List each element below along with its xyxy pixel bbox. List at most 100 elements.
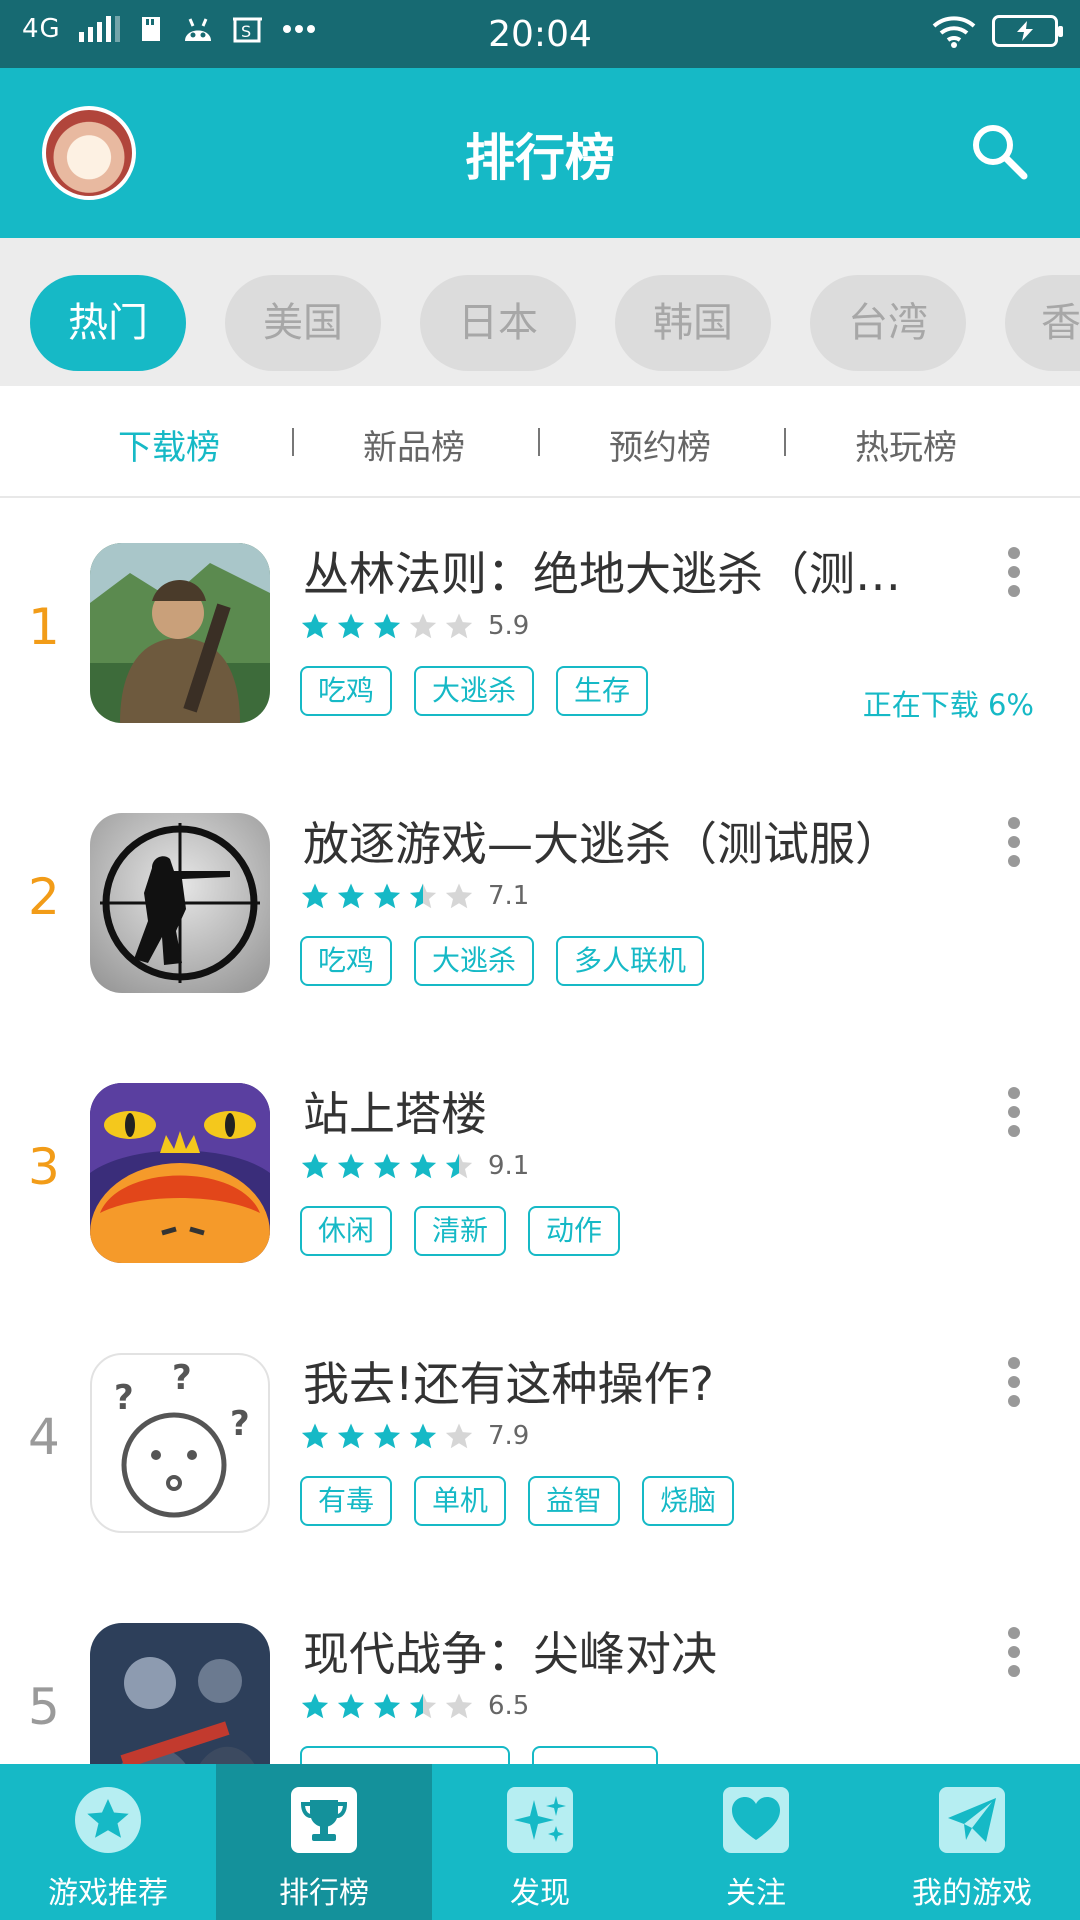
game-tag[interactable]: 吃鸡	[300, 936, 393, 986]
more-vertical-icon[interactable]	[1006, 1086, 1022, 1138]
page-title: 排行榜	[465, 129, 615, 187]
rank-number: 5	[28, 1678, 60, 1736]
star-icon	[409, 1423, 437, 1449]
tab-new[interactable]: 新品榜	[363, 420, 465, 469]
star-icon	[301, 883, 329, 909]
star-icon	[373, 1423, 401, 1449]
game-tag[interactable]: 清新	[414, 1206, 507, 1256]
star-icon	[337, 613, 365, 639]
rating-stars: 7.9	[300, 1421, 529, 1451]
tab-reserve[interactable]: 预约榜	[609, 420, 711, 469]
list-item[interactable]: 3 站上塔楼 9.1 休闲 清新 动作	[0, 1038, 1080, 1310]
nav-label: 排行榜	[279, 1876, 369, 1911]
game-tag[interactable]: 休闲	[300, 1206, 393, 1256]
rating-stars: 9.1	[300, 1151, 529, 1181]
star-icon	[373, 1693, 401, 1719]
region-tabs: 热门 美国 日本 韩国 台湾 香	[0, 238, 1080, 386]
rating-stars: 6.5	[300, 1691, 529, 1721]
star-empty-icon	[409, 613, 437, 639]
search-icon[interactable]	[970, 122, 1028, 180]
game-name[interactable]: 现代战争：尖峰对决	[303, 1618, 933, 1684]
star-icon	[301, 1153, 329, 1179]
tab-download[interactable]: 下载榜	[118, 420, 220, 469]
tab-divider	[784, 428, 786, 456]
tag-list: 吃鸡 大逃杀 生存	[300, 666, 649, 716]
paper-plane-icon	[939, 1787, 1005, 1853]
star-icon	[409, 1153, 437, 1179]
game-tag[interactable]: 吃鸡	[300, 666, 393, 716]
tab-hot-play[interactable]: 热玩榜	[855, 420, 957, 469]
tag-list: 吃鸡 大逃杀 多人联机	[300, 936, 705, 986]
rating-score: 6.5	[488, 1691, 530, 1721]
nav-label: 发现	[510, 1876, 570, 1911]
svg-text:?: ?	[114, 1378, 134, 1418]
region-tab-hot[interactable]: 热门	[30, 275, 186, 371]
nav-label: 我的游戏	[912, 1876, 1032, 1911]
star-half-icon	[445, 1153, 473, 1179]
more-vertical-icon[interactable]	[1006, 1356, 1022, 1408]
star-empty-icon	[445, 613, 473, 639]
rating-score: 7.9	[488, 1421, 530, 1451]
list-item[interactable]: 4 ? ? ? 我去!还有这种操作? 7.9 有毒 单机 益智 烧脑	[0, 1308, 1080, 1580]
nav-rankings[interactable]: 排行榜	[216, 1764, 432, 1920]
game-name[interactable]: 我去!还有这种操作?	[303, 1348, 933, 1414]
game-tag[interactable]: 单机	[414, 1476, 507, 1526]
region-tab-taiwan[interactable]: 台湾	[810, 275, 966, 371]
game-name[interactable]: 丛林法则：绝地大逃杀（测…	[303, 538, 933, 604]
game-tag[interactable]: 生存	[556, 666, 649, 716]
star-icon	[301, 613, 329, 639]
star-half-icon	[409, 883, 437, 909]
svg-text:?: ?	[230, 1404, 250, 1444]
tag-list: 休闲 清新 动作	[300, 1206, 621, 1256]
list-item[interactable]: 1 丛林法则：绝地大逃杀（测… 5.9 吃鸡 大逃杀 生存 正在下载 6%	[0, 498, 1080, 770]
nav-game-recommend[interactable]: 游戏推荐	[0, 1764, 216, 1920]
status-bar: 4G S 20:04	[0, 0, 1080, 68]
region-tab-hongkong[interactable]: 香	[1005, 275, 1080, 371]
game-icon	[90, 1083, 270, 1263]
game-tag[interactable]: 多人联机	[556, 936, 705, 986]
star-icon	[373, 883, 401, 909]
rating-score: 5.9	[488, 611, 530, 641]
star-icon	[373, 613, 401, 639]
download-status[interactable]: 正在下载 6%	[863, 682, 1034, 724]
nav-discover[interactable]: 发现	[432, 1764, 648, 1920]
nav-follow[interactable]: 关注	[648, 1764, 864, 1920]
star-icon	[75, 1787, 141, 1853]
game-tag[interactable]: 有毒	[300, 1476, 393, 1526]
game-tag[interactable]: 益智	[528, 1476, 621, 1526]
nav-my-games[interactable]: 我的游戏	[864, 1764, 1080, 1920]
star-icon	[337, 1153, 365, 1179]
star-empty-icon	[445, 1693, 473, 1719]
rating-stars: 5.9	[300, 611, 529, 641]
region-tab-korea[interactable]: 韩国	[615, 275, 771, 371]
rank-number: 3	[28, 1138, 60, 1196]
star-icon	[337, 883, 365, 909]
wifi-icon	[932, 16, 976, 48]
star-empty-icon	[445, 883, 473, 909]
rank-number: 2	[28, 868, 60, 926]
game-tag[interactable]: 烧脑	[642, 1476, 735, 1526]
more-vertical-icon[interactable]	[1006, 816, 1022, 868]
battery-icon	[992, 15, 1063, 47]
rank-number: 1	[28, 598, 60, 656]
app-header: 排行榜	[0, 68, 1080, 238]
game-name[interactable]: 站上塔楼	[303, 1078, 933, 1144]
svg-text:?: ?	[172, 1358, 192, 1398]
game-tag[interactable]: 大逃杀	[414, 936, 535, 986]
tab-divider	[292, 428, 294, 456]
star-icon	[337, 1423, 365, 1449]
more-vertical-icon[interactable]	[1006, 546, 1022, 598]
region-tab-usa[interactable]: 美国	[225, 275, 381, 371]
bottom-navigation: 游戏推荐 排行榜 发现 关注 我的游戏	[0, 1764, 1080, 1920]
star-half-icon	[409, 1693, 437, 1719]
clock: 20:04	[488, 14, 592, 55]
sparkle-icon	[507, 1787, 573, 1853]
rank-number: 4	[28, 1408, 60, 1466]
tag-list: 有毒 单机 益智 烧脑	[300, 1476, 735, 1526]
region-tab-japan[interactable]: 日本	[420, 275, 576, 371]
more-vertical-icon[interactable]	[1006, 1626, 1022, 1678]
game-tag[interactable]: 大逃杀	[414, 666, 535, 716]
game-tag[interactable]: 动作	[528, 1206, 621, 1256]
list-item[interactable]: 2 放逐游戏—大逃杀（测试服） 7.1 吃鸡 大逃杀 多人联机	[0, 768, 1080, 1040]
game-name[interactable]: 放逐游戏—大逃杀（测试服）	[303, 808, 933, 874]
